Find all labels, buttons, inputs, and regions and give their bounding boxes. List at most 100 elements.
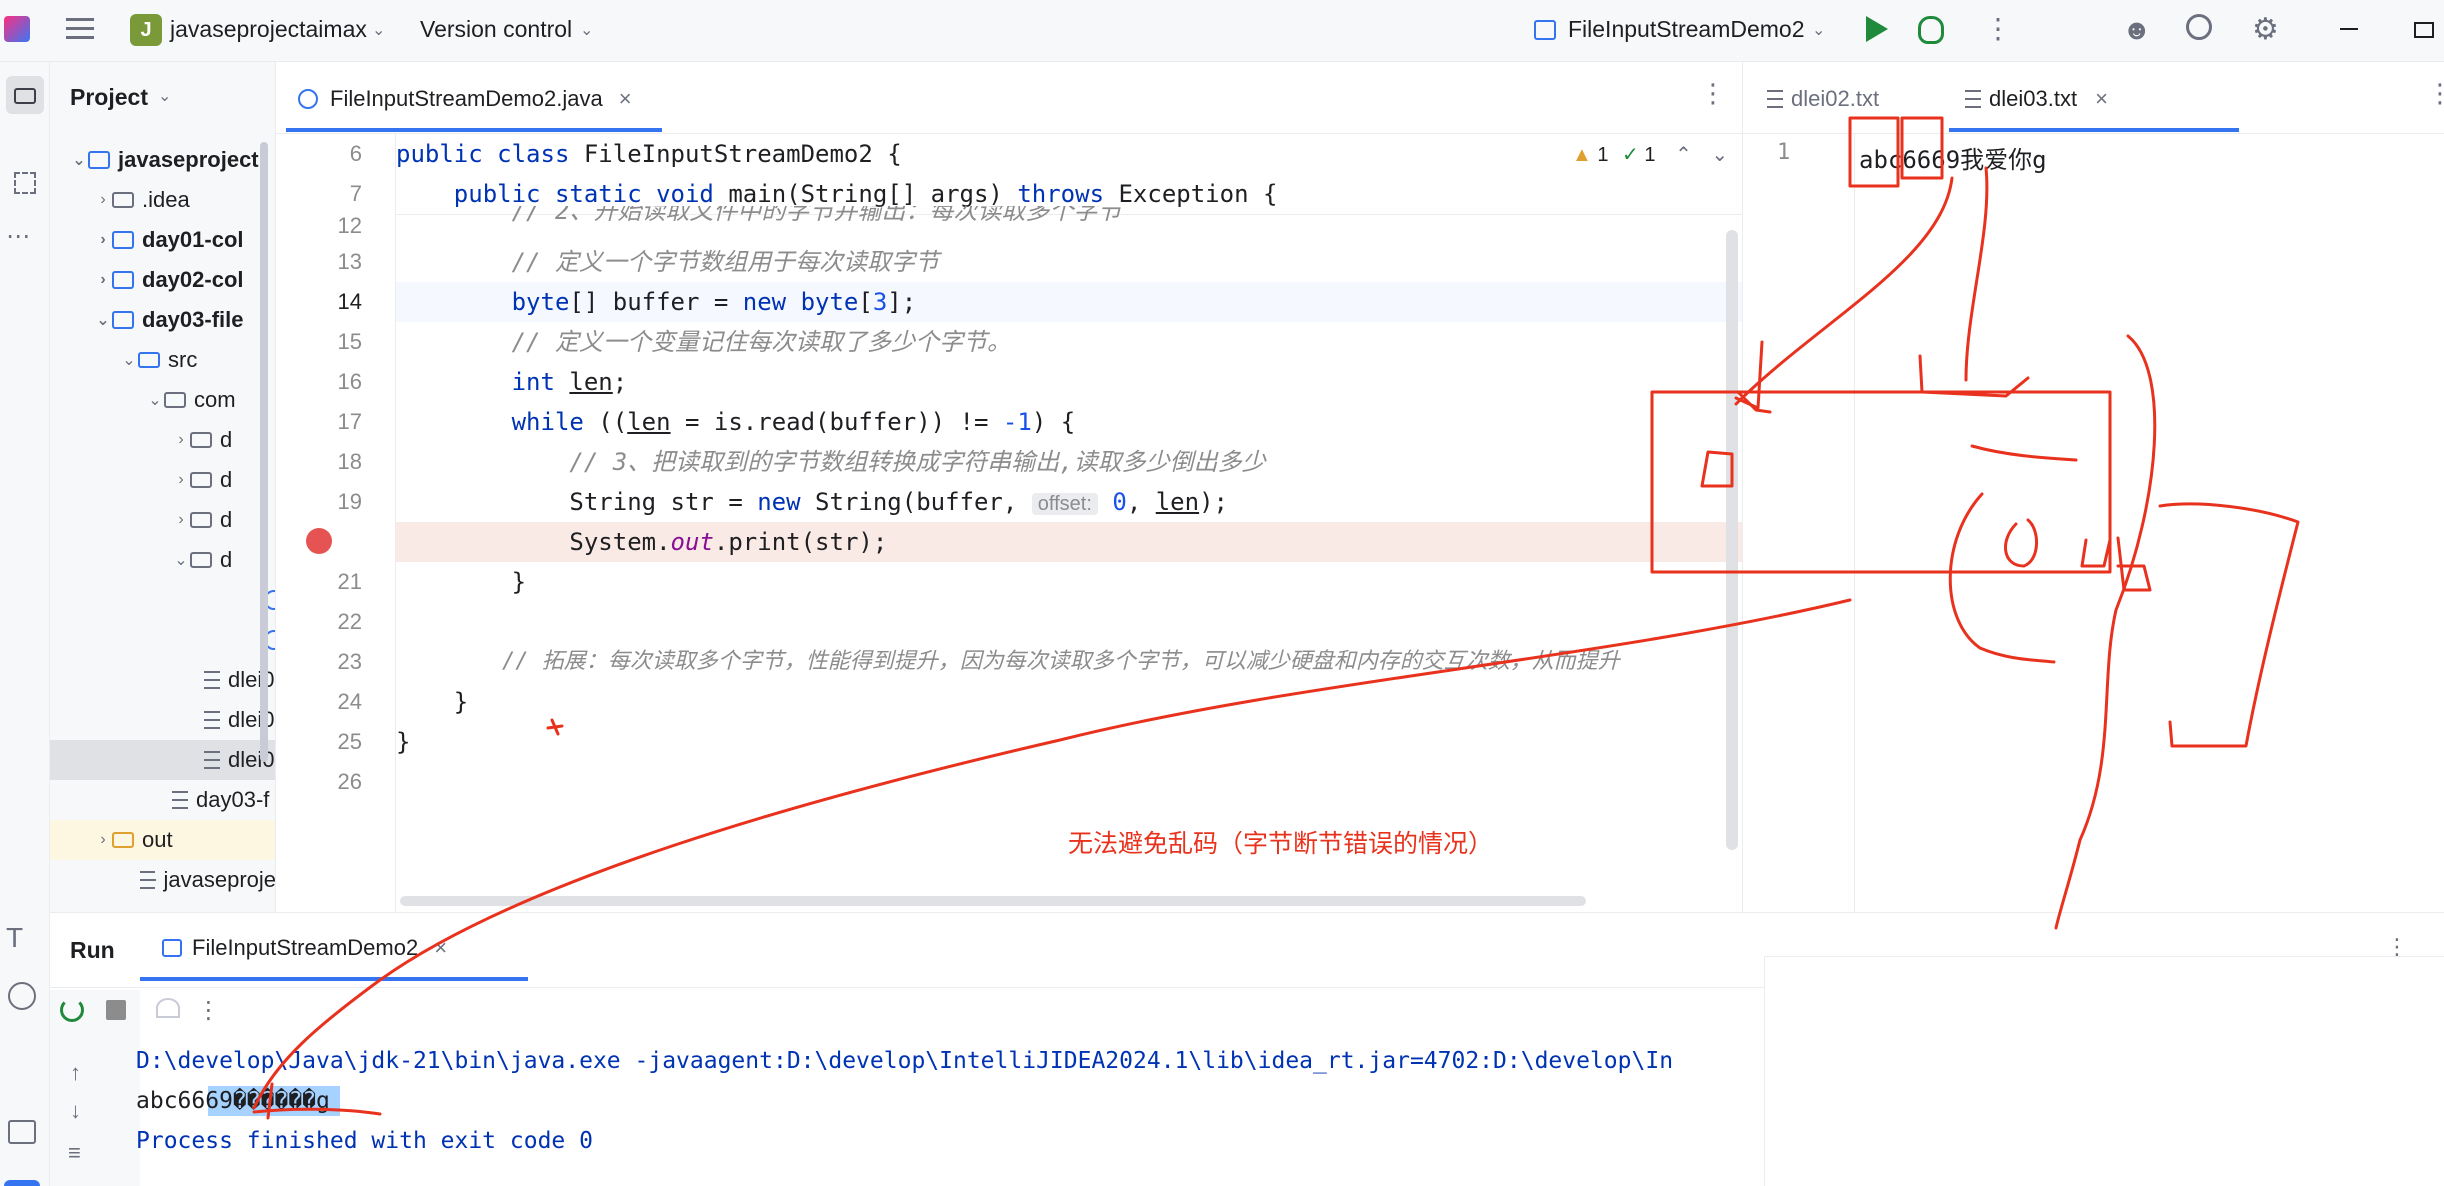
- tree-item[interactable]: ⌄ d: [50, 540, 275, 580]
- code-editor[interactable]: ▲ 1 ✓ 1 ⌃ ⌄ public class FileInputStream…: [396, 134, 1742, 912]
- run-panel-title[interactable]: Run: [70, 937, 115, 964]
- tree-item[interactable]: › .idea: [50, 180, 275, 220]
- editor-tab-active[interactable]: dlei03.txt ×: [1965, 76, 2108, 122]
- code-line: }: [396, 728, 411, 756]
- tree-item-selected[interactable]: dlei0: [50, 740, 275, 780]
- active-tab-underline: [1949, 128, 2239, 132]
- text-file-icon: [1965, 90, 1981, 108]
- tree-item-label: d: [220, 547, 233, 572]
- run-tab[interactable]: FileInputStreamDemo2 ×: [162, 935, 447, 961]
- run-config-dropdown[interactable]: FileInputStreamDemo2: [1568, 16, 1805, 43]
- console-command-line: D:\develop\Java\jdk-21\bin\java.exe -jav…: [136, 1048, 1674, 1074]
- line-number: 25: [337, 729, 362, 754]
- coverage-icon[interactable]: [156, 998, 180, 1018]
- rerun-icon[interactable]: [60, 998, 84, 1022]
- run-config-icon: [162, 939, 182, 957]
- text-file-icon: [1767, 90, 1783, 108]
- package-icon: [190, 552, 212, 568]
- terminal-icon[interactable]: [8, 1120, 36, 1144]
- more-actions-icon[interactable]: ⋮: [196, 997, 220, 1024]
- vertical-scrollbar[interactable]: [1726, 230, 1738, 850]
- line-number: 22: [337, 609, 362, 634]
- tree-item[interactable]: › d: [50, 420, 275, 460]
- chevron-down-icon: ⌄: [1812, 22, 1826, 39]
- scroll-down-icon[interactable]: ↓: [70, 1098, 81, 1124]
- restore-button[interactable]: [2414, 22, 2434, 38]
- module-icon: [88, 151, 110, 169]
- tree-item[interactable]: day03-f: [50, 780, 275, 820]
- tree-item-label: javaseproject: [118, 147, 259, 172]
- inlay-hint: offset:: [1031, 493, 1098, 515]
- more-actions-icon[interactable]: ⋮: [1984, 12, 2012, 45]
- tree-item[interactable]: ⌄ com: [50, 380, 275, 420]
- line-number: 16: [337, 369, 362, 394]
- main-menu-icon[interactable]: [66, 18, 94, 42]
- line-number: 1: [1777, 140, 1791, 165]
- search-icon[interactable]: [2186, 14, 2212, 40]
- tree-item[interactable]: ⌄ javaseproject: [50, 140, 275, 180]
- editor-tab-label: dlei03.txt: [1989, 86, 2078, 111]
- run-config-icon: [1534, 20, 1556, 40]
- version-control-dropdown[interactable]: Version control: [420, 16, 572, 43]
- project-name-dropdown[interactable]: javaseprojectaimax: [170, 16, 367, 43]
- iml-file-icon: [172, 791, 188, 809]
- text-tool-icon[interactable]: T: [6, 922, 23, 954]
- add-user-icon[interactable]: ☻: [2122, 14, 2151, 46]
- tree-item[interactable]: › d: [50, 500, 275, 540]
- tree-item[interactable]: › d: [50, 460, 275, 500]
- console-exit-line: Process finished with exit code 0: [136, 1128, 593, 1154]
- module-icon: [112, 311, 134, 329]
- right-editor-tab-bar: dlei02.txt dlei03.txt × ⋮: [1742, 62, 2444, 134]
- project-badge[interactable]: J: [130, 14, 162, 46]
- run-button[interactable]: [1866, 16, 1888, 42]
- stop-icon[interactable]: [106, 1000, 126, 1020]
- tree-item-label: out: [142, 827, 173, 852]
- more-tabs-icon[interactable]: ⋮: [1700, 78, 1726, 109]
- tree-item[interactable]: javaseproje: [50, 860, 275, 900]
- tree-item-label: d: [220, 427, 233, 452]
- active-tab-underline: [140, 977, 528, 981]
- more-actions-icon[interactable]: ⋮: [2386, 934, 2408, 960]
- line-number: 13: [337, 249, 362, 274]
- code-line: }: [396, 688, 469, 716]
- text-editor[interactable]: 1 abc6669我爱你g: [1742, 134, 2444, 912]
- soft-wrap-icon[interactable]: ≡: [68, 1140, 81, 1166]
- tree-item[interactable]: ⌄ src: [50, 340, 275, 380]
- tree-item[interactable]: › day01-col: [50, 220, 275, 260]
- package-icon: [190, 472, 212, 488]
- more-tools-icon[interactable]: ⋯: [6, 222, 30, 251]
- tree-item-label: com: [194, 387, 236, 412]
- editor-tab-active[interactable]: FileInputStreamDemo2.java ×: [298, 76, 632, 122]
- structure-icon[interactable]: [14, 172, 36, 194]
- folder-icon: [138, 352, 160, 368]
- code-line: // 定义一个字节数组用于每次读取字节: [396, 248, 939, 276]
- tree-item[interactable]: dlei0: [50, 700, 275, 740]
- scroll-up-icon[interactable]: ↑: [70, 1060, 81, 1086]
- editor-tab[interactable]: dlei02.txt: [1767, 76, 1879, 122]
- more-tabs-icon[interactable]: ⋮: [2427, 78, 2444, 109]
- services-icon[interactable]: [8, 982, 36, 1010]
- close-icon[interactable]: ×: [619, 86, 632, 112]
- horizontal-scrollbar[interactable]: [400, 896, 1586, 906]
- editor-tab-label: FileInputStreamDemo2.java: [330, 86, 603, 111]
- run-tool-button[interactable]: [4, 1180, 40, 1186]
- debug-button[interactable]: [1918, 16, 1944, 44]
- tree-item[interactable]: › out: [50, 820, 275, 860]
- settings-gear-icon[interactable]: ⚙: [2252, 12, 2279, 47]
- tree-item-label: day01-col: [142, 227, 244, 252]
- breakpoint-icon[interactable]: [306, 528, 332, 554]
- minimize-button[interactable]: [2340, 28, 2358, 30]
- tree-item[interactable]: › day02-col: [50, 260, 275, 300]
- line-number: 21: [337, 569, 362, 594]
- tree-item[interactable]: ⌄ day03-file: [50, 300, 275, 340]
- tree-item[interactable]: dlei0: [50, 660, 275, 700]
- project-panel-scrollbar[interactable]: [260, 142, 268, 762]
- line-number: 17: [337, 409, 362, 434]
- project-panel-title[interactable]: Project: [70, 84, 148, 111]
- line-number: 18: [337, 449, 362, 474]
- line-number: 6: [349, 141, 362, 166]
- close-icon[interactable]: ×: [2095, 86, 2108, 112]
- chevron-down-icon: ⌄: [158, 88, 172, 105]
- close-icon[interactable]: ×: [434, 935, 447, 961]
